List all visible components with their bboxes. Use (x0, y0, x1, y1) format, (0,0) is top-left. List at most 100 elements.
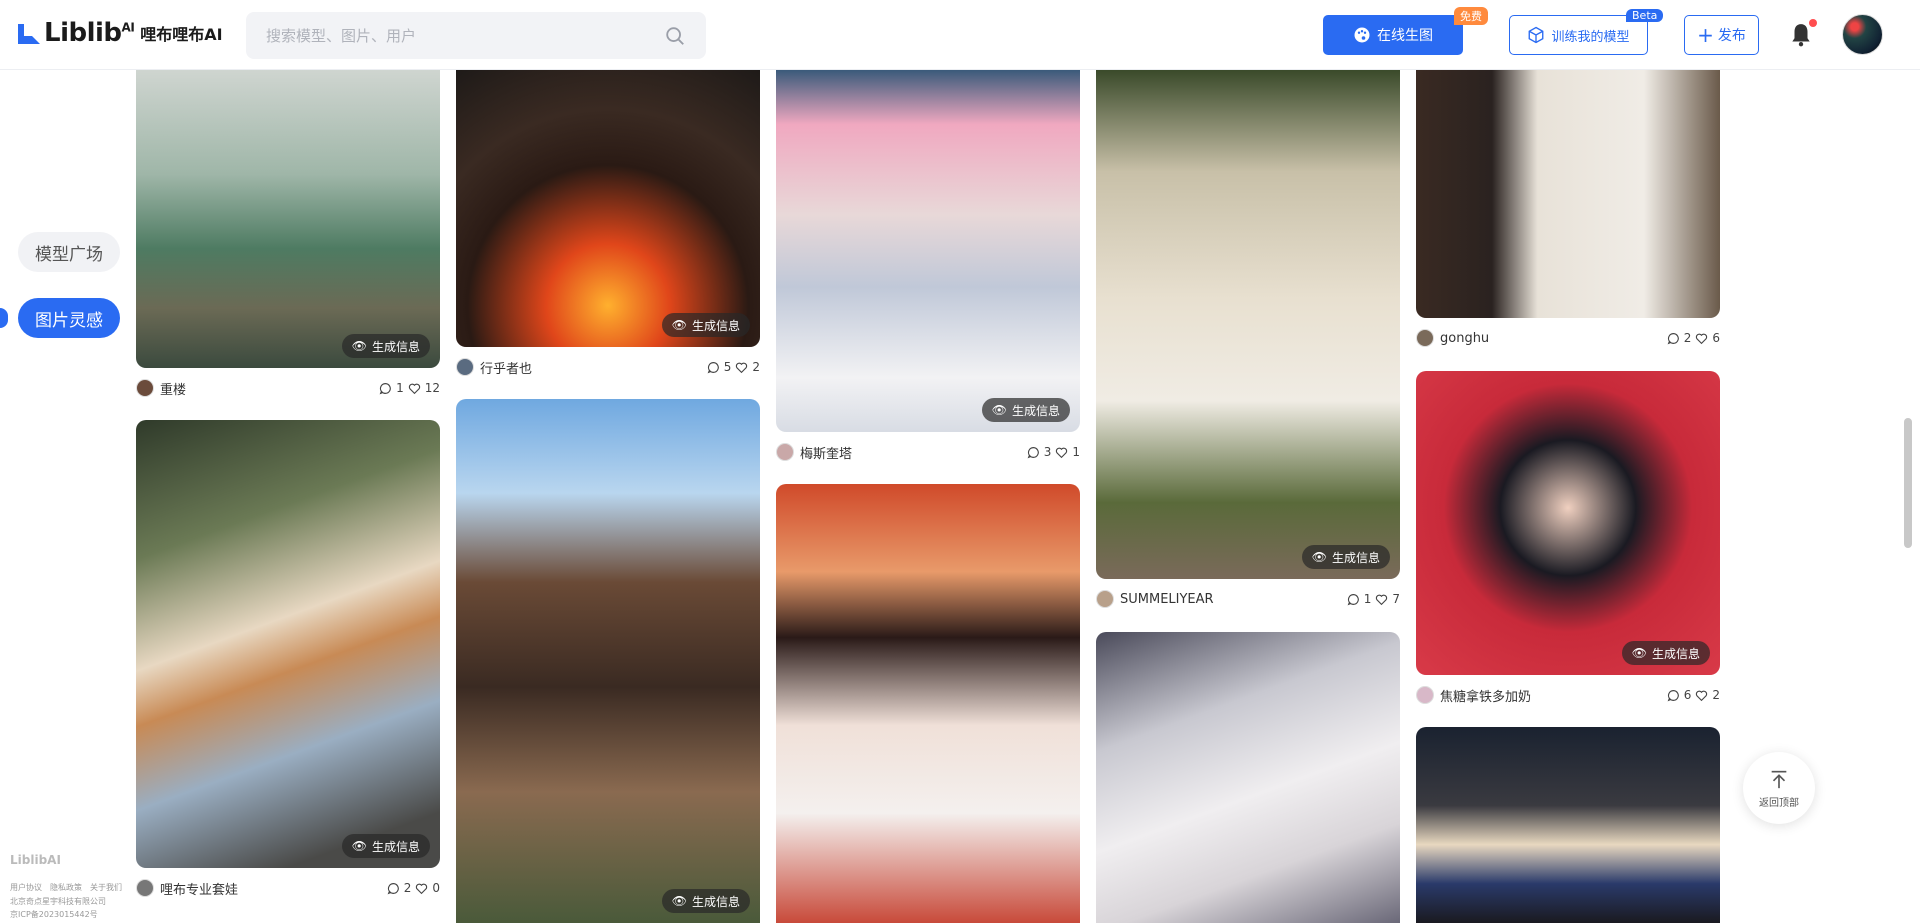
logo-text: LiblibAI (44, 18, 135, 48)
heart-icon[interactable] (408, 382, 421, 395)
card-image[interactable]: 👁 生成信息 (776, 70, 1080, 432)
search-icon[interactable] (664, 25, 686, 47)
card-meta: 焦糖拿铁多加奶 6 2 (1416, 684, 1720, 706)
generation-info-button[interactable]: 👁 生成信息 (341, 334, 430, 358)
train-model-label: 训练我的模型 (1551, 29, 1630, 45)
username[interactable]: 行乎者也 (480, 358, 707, 377)
card-image[interactable]: 👁 生成信息 (1096, 70, 1400, 579)
generation-info-label: 生成信息 (1331, 550, 1380, 565)
avatar[interactable] (1096, 590, 1114, 608)
publish-button[interactable]: + 发布 (1684, 15, 1759, 55)
footer-link-privacy[interactable]: 隐私政策 (50, 882, 82, 893)
generation-info-button[interactable]: 👁 生成信息 (1621, 641, 1710, 665)
card-image[interactable]: 👁 生成信息 (456, 399, 760, 923)
avatar[interactable] (136, 879, 154, 897)
card-meta: 梅斯奎塔 3 1 (776, 441, 1080, 463)
free-badge: 免费 (1454, 7, 1488, 25)
generation-info-button[interactable]: 👁 生成信息 (661, 313, 750, 337)
generation-info-label: 生成信息 (1011, 403, 1060, 418)
comment-count: 5 (723, 360, 732, 374)
generation-info-label: 生成信息 (691, 318, 740, 333)
username[interactable]: 焦糖拿铁多加奶 (1440, 686, 1667, 705)
beta-badge: Beta (1626, 9, 1664, 22)
username[interactable]: gonghu (1440, 331, 1667, 346)
generation-info-button[interactable]: 👁 生成信息 (981, 398, 1070, 422)
eye-icon: 👁 (671, 894, 687, 908)
sidebar-active-marker (0, 308, 8, 328)
eye-icon: 👁 (1631, 646, 1647, 660)
notification-dot (1809, 19, 1817, 27)
card-meta: 重楼 1 12 (136, 377, 440, 399)
arrow-up-icon (1771, 770, 1787, 788)
back-to-top-button[interactable]: 返回顶部 (1743, 752, 1815, 824)
page-scrollbar[interactable] (1904, 418, 1912, 548)
palette-icon (1354, 27, 1370, 43)
card-image[interactable] (776, 484, 1080, 923)
generation-info-button[interactable]: 👁 生成信息 (341, 834, 430, 858)
card-image[interactable]: 👁 生成信息 (136, 420, 440, 868)
eye-icon: 👁 (991, 403, 1007, 417)
eye-icon: 👁 (671, 318, 687, 332)
like-count: 2 (1712, 688, 1720, 702)
card-stats: 2 0 (387, 881, 440, 895)
card-stats: 1 12 (379, 381, 440, 395)
footer-link-about[interactable]: 关于我们 (90, 882, 122, 893)
username[interactable]: 重楼 (160, 379, 379, 398)
heart-icon[interactable] (1055, 446, 1068, 459)
card-image[interactable]: 👁 生成信息 (456, 70, 760, 347)
heart-icon[interactable] (735, 361, 748, 374)
eye-icon: 👁 (351, 839, 367, 853)
card-image[interactable]: 👁 生成信息 (136, 70, 440, 368)
online-generate-label: 在线生图 (1377, 28, 1433, 44)
sidebar-item-model-plaza[interactable]: 模型广场 (18, 232, 120, 272)
eye-icon: 👁 (351, 339, 367, 353)
card-image[interactable] (1096, 632, 1400, 923)
comment-icon (1667, 332, 1679, 344)
card-stats: 2 6 (1667, 331, 1720, 345)
card-image[interactable] (1416, 70, 1720, 318)
eye-icon: 👁 (1311, 550, 1327, 564)
generation-info-button[interactable]: 👁 生成信息 (661, 889, 750, 913)
heart-icon[interactable] (1375, 593, 1388, 606)
generation-info-label: 生成信息 (371, 839, 420, 854)
username[interactable]: SUMMELIYEAR (1120, 592, 1347, 607)
avatar[interactable] (456, 358, 474, 376)
comment-icon (1667, 689, 1679, 701)
cube-icon (1529, 26, 1544, 44)
top-header: LiblibAI 哩布哩布AI 在线生图 免费 训练我的模型 Beta + 发布 (0, 0, 1920, 70)
card-stats: 6 2 (1667, 688, 1720, 702)
comment-count: 2 (403, 881, 412, 895)
comment-icon (1027, 446, 1039, 458)
heart-icon[interactable] (415, 882, 428, 895)
heart-icon[interactable] (1695, 689, 1708, 702)
card-meta: gonghu 2 6 (1416, 327, 1720, 349)
card-image[interactable] (1416, 727, 1720, 923)
search-box[interactable] (246, 12, 706, 59)
card-image[interactable]: 👁 生成信息 (1416, 371, 1720, 675)
logo[interactable]: LiblibAI 哩布哩布AI (14, 18, 223, 48)
search-input[interactable] (266, 26, 664, 45)
like-count: 12 (424, 381, 440, 395)
comment-count: 6 (1683, 688, 1692, 702)
avatar[interactable] (776, 443, 794, 461)
avatar[interactable] (1416, 329, 1434, 347)
avatar[interactable] (136, 379, 154, 397)
card-stats: 3 1 (1027, 445, 1080, 459)
comment-icon (387, 882, 399, 894)
generation-info-label: 生成信息 (1651, 646, 1700, 661)
sidebar-item-image-inspiration[interactable]: 图片灵感 (18, 298, 120, 338)
online-generate-button[interactable]: 在线生图 (1323, 15, 1463, 55)
comment-icon (1347, 593, 1359, 605)
user-avatar[interactable] (1842, 14, 1883, 55)
footer-link-terms[interactable]: 用户协议 (10, 882, 42, 893)
username[interactable]: 哩布专业套娃 (160, 879, 387, 898)
like-count: 7 (1392, 592, 1400, 606)
avatar[interactable] (1416, 686, 1434, 704)
comment-count: 2 (1683, 331, 1692, 345)
card-meta: 行乎者也 5 2 (456, 356, 760, 378)
generation-info-button[interactable]: 👁 生成信息 (1301, 545, 1390, 569)
footer-logo: LiblibAI (10, 853, 61, 867)
heart-icon[interactable] (1695, 332, 1708, 345)
username[interactable]: 梅斯奎塔 (800, 443, 1027, 462)
comment-count: 3 (1043, 445, 1052, 459)
